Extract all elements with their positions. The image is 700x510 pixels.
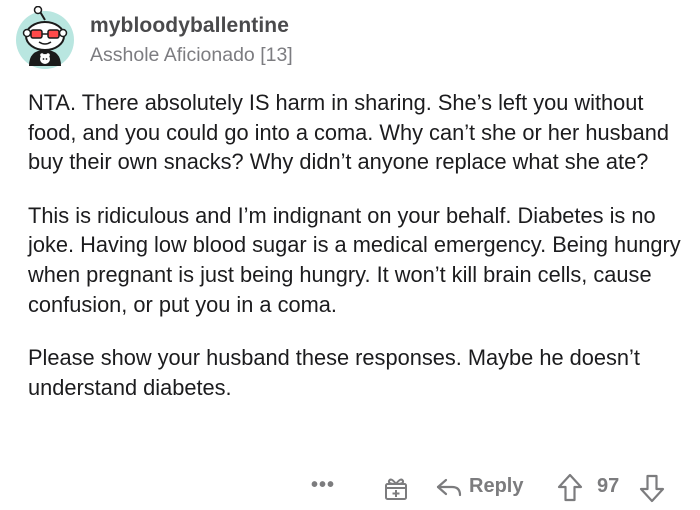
username[interactable]: mybloodyballentine [90,14,289,38]
reply-button[interactable]: Reply [469,475,523,498]
snoo-avatar-icon [16,5,74,69]
upvote-button[interactable] [557,473,583,503]
comment-action-bar: ••• Reply 97 [0,470,700,506]
vote-score: 97 [597,475,620,497]
downvote-button[interactable] [639,473,665,503]
comment-paragraph: This is ridiculous and I’m indignant on … [28,202,681,317]
upvote-arrow-icon [557,473,583,502]
downvote-arrow-icon [639,474,665,503]
reply-icon-button[interactable] [435,476,463,500]
more-options-button[interactable]: ••• [311,474,335,497]
comment-paragraph: NTA. There absolutely IS harm in sharing… [28,90,669,175]
user-flair: Asshole Aficionado [13] [90,44,293,66]
avatar[interactable] [14,5,76,70]
award-button[interactable] [382,474,410,502]
reply-arrow-icon [436,478,462,497]
comment-body: NTA. There absolutely IS harm in sharing… [28,88,688,426]
gift-icon [385,478,407,500]
comment-paragraph: Please show your husband these responses… [28,345,640,400]
